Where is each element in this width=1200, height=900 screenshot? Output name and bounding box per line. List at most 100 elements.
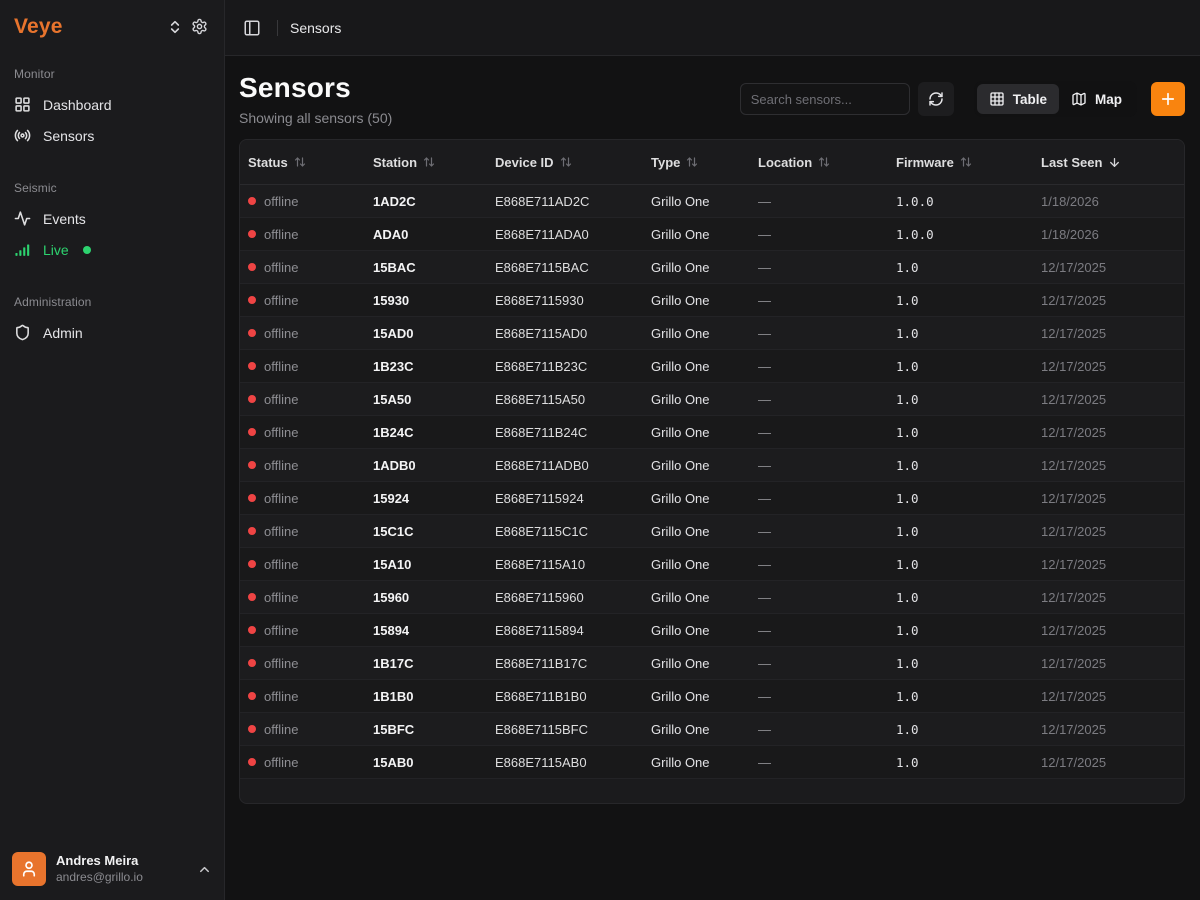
sort-both-icon	[960, 156, 972, 168]
table-row[interactable]: offline 15BAC E868E7115BAC Grillo One — …	[240, 251, 1184, 284]
org-switcher-button[interactable]	[163, 15, 187, 39]
user-icon	[20, 860, 38, 878]
device-id-cell: E868E711ADB0	[487, 458, 643, 473]
station-cell: 15924	[365, 491, 487, 506]
table-row[interactable]: offline 15960 E868E7115960 Grillo One — …	[240, 581, 1184, 614]
offline-status-dot-icon	[248, 197, 256, 205]
view-toggle-map[interactable]: Map	[1059, 84, 1134, 114]
table-row[interactable]: offline 15AB0 E868E7115AB0 Grillo One — …	[240, 746, 1184, 779]
refresh-button[interactable]	[918, 82, 954, 116]
user-name: Andres Meira	[56, 853, 187, 869]
user-menu[interactable]: Andres Meira andres@grillo.io	[0, 842, 224, 900]
last-seen-cell: 12/17/2025	[1033, 293, 1184, 308]
view-toggle-map-label: Map	[1095, 92, 1122, 107]
status-label: offline	[264, 623, 298, 638]
table-row[interactable]: offline 1B1B0 E868E711B1B0 Grillo One — …	[240, 680, 1184, 713]
sensors-table: Status Station Device ID Type Location	[239, 139, 1185, 804]
table-row[interactable]: offline 1B23C E868E711B23C Grillo One — …	[240, 350, 1184, 383]
view-toggle-table[interactable]: Table	[977, 84, 1059, 114]
station-cell: 15C1C	[365, 524, 487, 539]
status-cell: offline	[240, 392, 365, 407]
table-row[interactable]: offline 15A50 E868E7115A50 Grillo One — …	[240, 383, 1184, 416]
table-row[interactable]: offline 1B24C E868E711B24C Grillo One — …	[240, 416, 1184, 449]
table-row[interactable]: offline 1B17C E868E711B17C Grillo One — …	[240, 647, 1184, 680]
table-row[interactable]: offline 15BFC E868E7115BFC Grillo One — …	[240, 713, 1184, 746]
offline-status-dot-icon	[248, 263, 256, 271]
column-header-status[interactable]: Status	[240, 155, 365, 170]
table-header-row: Status Station Device ID Type Location	[240, 140, 1184, 185]
chevron-up-icon	[197, 862, 212, 877]
table-row[interactable]: offline 1ADB0 E868E711ADB0 Grillo One — …	[240, 449, 1184, 482]
last-seen-cell: 12/17/2025	[1033, 689, 1184, 704]
column-header-station[interactable]: Station	[365, 155, 487, 170]
device-id-cell: E868E7115924	[487, 491, 643, 506]
firmware-cell: 1.0	[888, 293, 1033, 308]
type-cell: Grillo One	[643, 293, 750, 308]
location-cell: —	[750, 293, 888, 308]
sidebar-item-sensors[interactable]: Sensors	[8, 120, 216, 151]
gear-icon	[191, 18, 208, 35]
device-id-cell: E868E711ADA0	[487, 227, 643, 242]
sidebar-item-live[interactable]: Live	[8, 234, 216, 265]
device-id-cell: E868E711AD2C	[487, 194, 643, 209]
status-cell: offline	[240, 557, 365, 572]
column-header-last-seen[interactable]: Last Seen	[1033, 155, 1184, 170]
status-cell: offline	[240, 656, 365, 671]
offline-status-dot-icon	[248, 395, 256, 403]
user-meta: Andres Meira andres@grillo.io	[56, 853, 187, 884]
sidebar-item-label: Events	[43, 211, 86, 227]
column-header-device-id[interactable]: Device ID	[487, 155, 643, 170]
device-id-cell: E868E7115AD0	[487, 326, 643, 341]
location-cell: —	[750, 359, 888, 374]
table-row[interactable]: offline 15C1C E868E7115C1C Grillo One — …	[240, 515, 1184, 548]
table-row[interactable]: offline 15930 E868E7115930 Grillo One — …	[240, 284, 1184, 317]
device-id-cell: E868E7115BAC	[487, 260, 643, 275]
table-row[interactable]: offline 15A10 E868E7115A10 Grillo One — …	[240, 548, 1184, 581]
map-icon	[1071, 91, 1087, 107]
station-cell: 15930	[365, 293, 487, 308]
last-seen-cell: 1/18/2026	[1033, 227, 1184, 242]
table-row[interactable]: offline 15894 E868E7115894 Grillo One — …	[240, 614, 1184, 647]
sidebar-item-events[interactable]: Events	[8, 203, 216, 234]
table-body: offline 1AD2C E868E711AD2C Grillo One — …	[240, 185, 1184, 779]
last-seen-cell: 12/17/2025	[1033, 557, 1184, 572]
device-id-cell: E868E7115AB0	[487, 755, 643, 770]
location-cell: —	[750, 557, 888, 572]
table-row[interactable]: offline ADA0 E868E711ADA0 Grillo One — 1…	[240, 218, 1184, 251]
column-header-location[interactable]: Location	[750, 155, 888, 170]
layout-grid-icon	[14, 96, 31, 113]
type-cell: Grillo One	[643, 524, 750, 539]
type-cell: Grillo One	[643, 425, 750, 440]
station-cell: 15BAC	[365, 260, 487, 275]
radio-icon	[14, 127, 31, 144]
status-label: offline	[264, 590, 298, 605]
station-cell: 15A10	[365, 557, 487, 572]
sidebar-item-admin[interactable]: Admin	[8, 317, 216, 348]
sidebar-toggle-button[interactable]	[239, 15, 265, 41]
column-header-type[interactable]: Type	[643, 155, 750, 170]
search-input[interactable]	[740, 83, 910, 115]
offline-status-dot-icon	[248, 527, 256, 535]
device-id-cell: E868E711B24C	[487, 425, 643, 440]
location-cell: —	[750, 260, 888, 275]
table-row[interactable]: offline 15AD0 E868E7115AD0 Grillo One — …	[240, 317, 1184, 350]
settings-button[interactable]	[187, 14, 212, 39]
station-cell: 1B17C	[365, 656, 487, 671]
add-sensor-button[interactable]	[1151, 82, 1185, 116]
live-status-dot-icon	[83, 246, 91, 254]
toolbar: Table Map	[740, 81, 1185, 117]
sidebar-item-label: Live	[43, 242, 69, 258]
device-id-cell: E868E7115960	[487, 590, 643, 605]
plus-icon	[1159, 90, 1177, 108]
status-cell: offline	[240, 689, 365, 704]
table-row[interactable]: offline 1AD2C E868E711AD2C Grillo One — …	[240, 185, 1184, 218]
signal-bars-icon	[14, 241, 31, 258]
sidebar-header: Veye	[0, 0, 224, 49]
sidebar-item-dashboard[interactable]: Dashboard	[8, 89, 216, 120]
device-id-cell: E868E7115930	[487, 293, 643, 308]
firmware-cell: 1.0	[888, 722, 1033, 737]
column-header-firmware[interactable]: Firmware	[888, 155, 1033, 170]
status-cell: offline	[240, 491, 365, 506]
table-row[interactable]: offline 15924 E868E7115924 Grillo One — …	[240, 482, 1184, 515]
station-cell: 15AD0	[365, 326, 487, 341]
